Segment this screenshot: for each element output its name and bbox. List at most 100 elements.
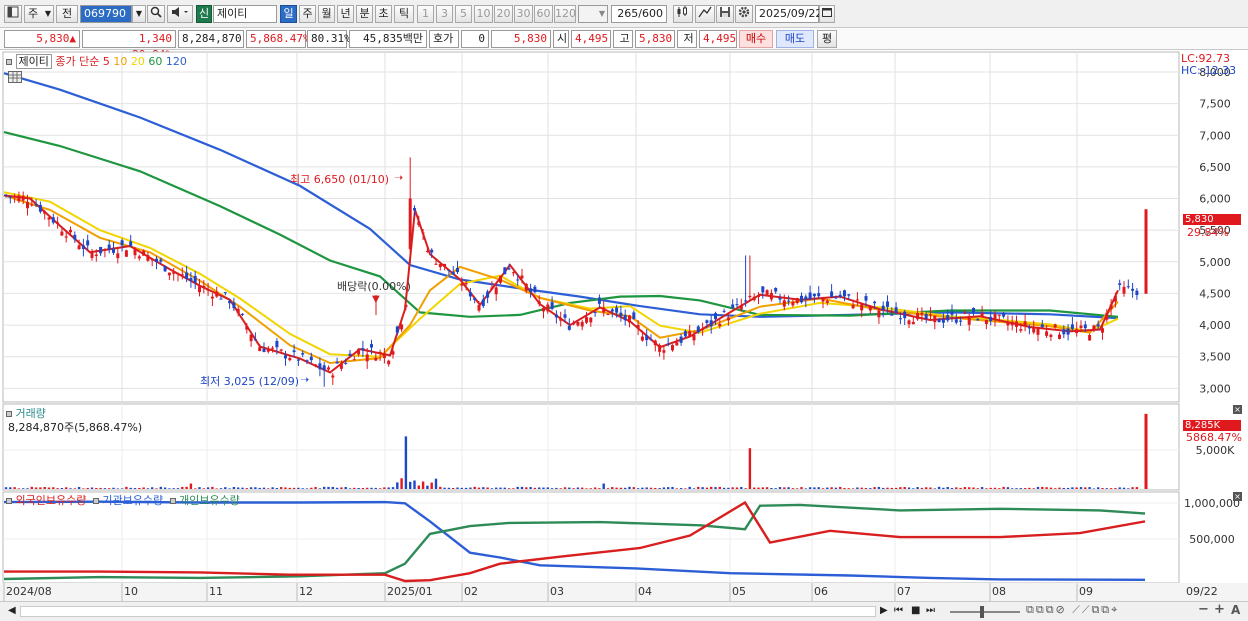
volume-pct-field: 5,868.47%	[246, 30, 310, 48]
volume-bar	[13, 487, 16, 489]
play-icon[interactable]: ▶	[880, 605, 888, 616]
code-input[interactable]: 069790	[80, 5, 132, 23]
candle-body	[51, 217, 55, 223]
candle-body	[146, 255, 150, 261]
stock-name-field[interactable]: 제이티	[213, 5, 277, 23]
volume-bar	[370, 487, 373, 489]
sell-button[interactable]: 매도	[776, 30, 814, 48]
chart-canvas[interactable]: 3,0003,5004,0004,5005,0005,5006,0006,500…	[0, 51, 1248, 621]
scroll-track[interactable]	[20, 606, 876, 617]
speaker-icon[interactable]	[167, 5, 193, 23]
interval-3[interactable]: 3	[436, 5, 453, 23]
eval-button[interactable]: 평	[817, 30, 837, 48]
font-size-icon[interactable]: A	[1231, 603, 1240, 617]
candle-body	[1135, 290, 1139, 296]
tf-tick[interactable]: 틱	[394, 5, 414, 23]
candle-body	[69, 229, 72, 233]
crosshair-icon[interactable]	[695, 5, 715, 23]
interval-20[interactable]: 20	[494, 5, 513, 23]
candle-body	[997, 314, 1001, 316]
zoom-slider-icon[interactable]	[950, 611, 1020, 613]
search-icon[interactable]	[147, 5, 165, 23]
candle-body	[761, 286, 765, 293]
tf-second[interactable]: 초	[375, 5, 392, 23]
next-icon[interactable]: ⏭	[926, 605, 935, 616]
zoom-in-icon[interactable]: +	[1214, 602, 1225, 617]
volume-bar	[679, 488, 683, 489]
drawing-tools[interactable]: ⧉⧉⧉⊘ ⟋⟋⧉⧉⌖	[1026, 603, 1119, 617]
tf-month[interactable]: 월	[318, 5, 335, 23]
interval-1[interactable]: 1	[417, 5, 434, 23]
candle-body	[645, 335, 649, 341]
interval-60[interactable]: 60	[534, 5, 553, 23]
volume-bar	[34, 487, 38, 489]
stock-label[interactable]: 제이티	[15, 54, 52, 69]
interval-120[interactable]: 120	[554, 5, 576, 23]
volume-bar	[1019, 488, 1022, 489]
gear-icon[interactable]	[735, 5, 753, 23]
zoom-slider-thumb[interactable]	[980, 606, 984, 618]
count-field[interactable]: 265/600	[611, 5, 667, 23]
candle-body	[38, 204, 42, 212]
holder-panel-header: 외국인보유수량 기관보유수량 개인보유수량	[6, 492, 240, 508]
stop-icon[interactable]: ■	[911, 605, 920, 616]
x-label: 02	[464, 585, 478, 598]
period-select[interactable]: 주 ▼	[24, 5, 54, 23]
volume-bar	[163, 487, 167, 489]
volume-bar	[783, 487, 786, 489]
interval-custom-select[interactable]: ▼	[578, 5, 608, 23]
prev-button[interactable]: 전	[56, 5, 78, 23]
zoom-out-icon[interactable]: −	[1198, 602, 1209, 617]
close-panel-icon[interactable]: ×	[1233, 405, 1242, 414]
volume-bar	[839, 486, 842, 489]
up-arrow-icon: ▲	[69, 32, 76, 45]
volume-bar	[817, 487, 820, 489]
volume-bar	[297, 487, 300, 489]
x-label: 06	[814, 585, 828, 598]
interval-30[interactable]: 30	[514, 5, 533, 23]
candle-body	[838, 294, 842, 297]
candle-body	[774, 287, 778, 292]
volume-bar	[791, 488, 795, 489]
volume-bar	[245, 488, 248, 489]
candle-body	[481, 299, 485, 307]
chart-settings-icon[interactable]	[4, 5, 22, 23]
volume-bar	[869, 488, 872, 489]
tf-minute[interactable]: 분	[356, 5, 373, 23]
calendar-icon[interactable]	[819, 5, 835, 23]
candle-body	[671, 345, 674, 351]
candle-icon[interactable]	[673, 5, 693, 23]
interval-5[interactable]: 5	[455, 5, 472, 23]
volume-bar	[335, 487, 339, 489]
volume-bar	[189, 483, 193, 489]
price-panel-header: 제이티 종가 단순 5 10 20 60 120	[6, 53, 187, 69]
x-label: 08	[992, 585, 1006, 598]
volume-bar	[318, 488, 322, 489]
candle-body	[610, 309, 614, 312]
candle-body	[460, 284, 464, 286]
scroll-left-icon[interactable]: ◀	[8, 605, 16, 616]
candle-body	[4, 194, 8, 196]
candle-body	[924, 313, 928, 319]
volume-bar	[937, 486, 941, 489]
table-icon[interactable]	[8, 71, 22, 83]
candle-body	[881, 305, 885, 311]
tf-week[interactable]: 주	[299, 5, 316, 23]
prev-icon[interactable]: ⏮	[894, 605, 903, 616]
volume-bar	[731, 487, 734, 489]
buy-button[interactable]: 매수	[739, 30, 773, 48]
candle-body	[443, 263, 447, 267]
x-label: 07	[897, 585, 911, 598]
volume-bar	[90, 487, 94, 489]
save-icon[interactable]	[716, 5, 734, 23]
scroll-bar[interactable]: ◀ ▶ ⏮ ■ ⏭ ⧉⧉⧉⊘ ⟋⟋⧉⧉⌖ − + A	[0, 601, 1248, 621]
tf-day[interactable]: 일	[280, 5, 297, 23]
volume-bar	[520, 486, 524, 489]
close-holder-panel-icon[interactable]: ×	[1233, 492, 1242, 501]
volume-bar	[714, 487, 717, 489]
interval-10[interactable]: 10	[474, 5, 493, 23]
price-tick: 5,000	[1199, 256, 1231, 269]
code-dropdown-button[interactable]: ▼	[132, 5, 146, 23]
date-field[interactable]: 2025/09/22	[755, 5, 822, 23]
tf-year[interactable]: 년	[337, 5, 354, 23]
